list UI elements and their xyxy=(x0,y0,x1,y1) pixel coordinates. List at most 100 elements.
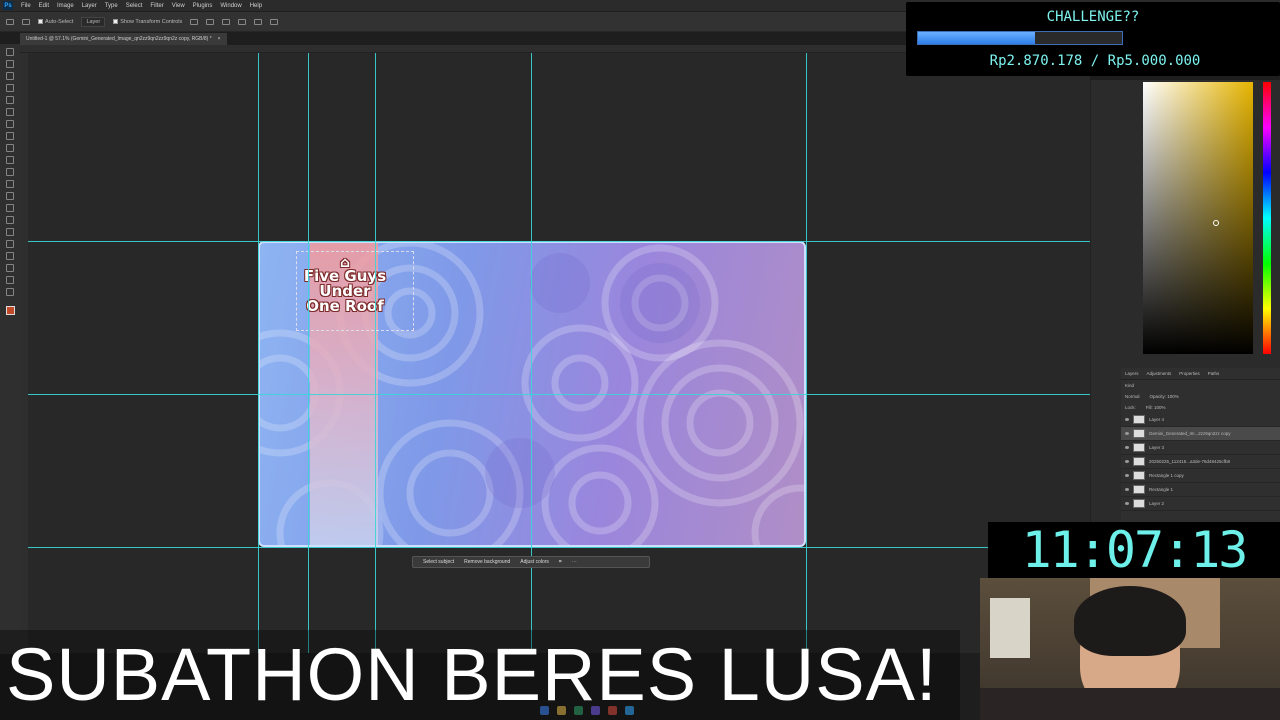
vertical-ruler[interactable] xyxy=(20,53,28,653)
layer-row[interactable]: Layer 2 xyxy=(1121,497,1280,511)
eye-icon[interactable] xyxy=(1125,502,1129,505)
distribute-icon[interactable] xyxy=(238,18,247,25)
eye-icon[interactable] xyxy=(1125,418,1129,421)
crop-icon[interactable]: ⌗ xyxy=(559,559,562,565)
remove-background-button[interactable]: Remove background xyxy=(464,559,510,565)
menu-filter[interactable]: Filter xyxy=(146,3,167,9)
start-icon[interactable] xyxy=(540,705,549,715)
layer-select-dropdown[interactable]: Layer xyxy=(81,16,106,27)
adjust-colors-button[interactable]: Adjust colors xyxy=(520,559,549,565)
blur-tool-icon[interactable] xyxy=(6,204,14,212)
auto-select-checkbox[interactable]: Auto-Select xyxy=(38,19,73,25)
guide-vertical[interactable] xyxy=(806,53,807,653)
more-icon[interactable]: ⋯ xyxy=(572,559,577,565)
discord-icon[interactable] xyxy=(591,705,600,715)
brush-tool-icon[interactable] xyxy=(6,144,14,152)
eyedropper-tool-icon[interactable] xyxy=(6,120,14,128)
eye-icon[interactable] xyxy=(1125,460,1129,463)
foreground-color-swatch[interactable] xyxy=(5,306,15,315)
quick-select-tool-icon[interactable] xyxy=(6,84,14,92)
pen-tool-icon[interactable] xyxy=(6,228,14,236)
layer-row[interactable]: 20250225_112415...a3de-76d48425cfb8 xyxy=(1121,455,1280,469)
tab-adjustments[interactable]: Adjustments xyxy=(1147,371,1172,376)
guide-vertical[interactable] xyxy=(258,53,259,653)
menu-edit[interactable]: Edit xyxy=(35,3,53,9)
select-subject-button[interactable]: Select subject xyxy=(423,559,454,565)
color-picker-cursor[interactable] xyxy=(1213,220,1219,226)
logo-line-3: One Roof xyxy=(306,297,384,315)
layer-row[interactable]: Layer 3 xyxy=(1121,441,1280,455)
move-tool-icon[interactable] xyxy=(22,18,30,25)
lasso-tool-icon[interactable] xyxy=(6,72,14,80)
menu-select[interactable]: Select xyxy=(122,3,147,9)
blend-row: Normal Opacity: 100% xyxy=(1121,391,1280,402)
menu-window[interactable]: Window xyxy=(216,3,245,9)
eye-icon[interactable] xyxy=(1125,446,1129,449)
layer-row[interactable]: Rectangle 1 xyxy=(1121,483,1280,497)
menu-plugins[interactable]: Plugins xyxy=(189,3,217,9)
move-tool-icon[interactable] xyxy=(6,48,14,56)
eye-icon[interactable] xyxy=(1125,474,1129,477)
show-transform-checkbox[interactable]: Show Transform Controls xyxy=(113,19,182,25)
color-picker-field[interactable] xyxy=(1143,82,1253,354)
hand-tool-icon[interactable] xyxy=(6,276,14,284)
align-right-icon[interactable] xyxy=(222,18,231,25)
tab-layers[interactable]: Layers xyxy=(1125,371,1139,376)
home-icon[interactable] xyxy=(6,18,14,25)
guide-vertical[interactable] xyxy=(308,53,309,653)
more-options-icon[interactable] xyxy=(254,18,263,25)
dodge-tool-icon[interactable] xyxy=(6,216,14,224)
layer-row[interactable]: Rectangle 1 copy xyxy=(1121,469,1280,483)
menu-image[interactable]: Image xyxy=(53,3,78,9)
folder-icon[interactable] xyxy=(557,705,566,715)
five-guys-logo[interactable]: ⌂ Five Guys Under One Roof xyxy=(300,256,390,315)
type-tool-icon[interactable] xyxy=(6,240,14,248)
healing-brush-tool-icon[interactable] xyxy=(6,132,14,140)
path-select-tool-icon[interactable] xyxy=(6,252,14,260)
opacity-field[interactable]: Opacity: 100% xyxy=(1150,394,1179,399)
layers-panel: Layers Adjustments Properties Paths Kind… xyxy=(1121,368,1280,528)
gradient-tool-icon[interactable] xyxy=(6,192,14,200)
history-brush-tool-icon[interactable] xyxy=(6,168,14,176)
menu-help[interactable]: Help xyxy=(246,3,266,9)
marquee-tool-icon[interactable] xyxy=(6,60,14,68)
shape-tool-icon[interactable] xyxy=(6,264,14,272)
tab-properties[interactable]: Properties xyxy=(1179,371,1200,376)
zoom-tool-icon[interactable] xyxy=(6,288,14,296)
guide-horizontal[interactable] xyxy=(28,394,1090,395)
kind-filter-dropdown[interactable]: Kind xyxy=(1125,383,1134,388)
checkbox-icon xyxy=(113,19,119,24)
menu-layer[interactable]: Layer xyxy=(78,3,101,9)
layer-name: Gemini_Generated_Im...2zz9qn2zz copy xyxy=(1149,431,1231,436)
document-tab[interactable]: Untitled-1 @ 57.1% (Gemini_Generated_Ima… xyxy=(20,33,227,45)
hue-slider[interactable] xyxy=(1263,82,1271,354)
guide-horizontal[interactable] xyxy=(28,241,1090,242)
menu-view[interactable]: View xyxy=(168,3,189,9)
align-left-icon[interactable] xyxy=(190,18,199,25)
layer-thumbnail xyxy=(1133,429,1145,438)
browser-icon[interactable] xyxy=(574,705,583,715)
eye-icon[interactable] xyxy=(1125,432,1129,435)
eye-icon[interactable] xyxy=(1125,488,1129,491)
photoshop-taskbar-icon[interactable] xyxy=(625,705,634,715)
layer-row[interactable]: Gemini_Generated_Im...2zz9qn2zz copy xyxy=(1121,427,1280,441)
media-icon[interactable] xyxy=(608,705,617,715)
layer-row[interactable]: Layer 4 xyxy=(1121,413,1280,427)
menu-type[interactable]: Type xyxy=(101,3,122,9)
frame-tool-icon[interactable] xyxy=(6,108,14,116)
guide-horizontal[interactable] xyxy=(28,547,1090,548)
crop-tool-icon[interactable] xyxy=(6,96,14,104)
guide-vertical[interactable] xyxy=(375,53,376,653)
tab-paths[interactable]: Paths xyxy=(1208,371,1220,376)
layer-thumbnail xyxy=(1133,457,1145,466)
menu-file[interactable]: File xyxy=(17,3,35,9)
close-icon[interactable]: × xyxy=(218,36,221,42)
layer-name: Layer 2 xyxy=(1149,501,1165,506)
fill-field[interactable]: Fill: 100% xyxy=(1146,405,1166,410)
layer-thumbnail xyxy=(1133,471,1145,480)
clone-stamp-tool-icon[interactable] xyxy=(6,156,14,164)
blend-mode-dropdown[interactable]: Normal xyxy=(1125,394,1140,399)
eraser-tool-icon[interactable] xyxy=(6,180,14,188)
align-center-icon[interactable] xyxy=(206,18,215,25)
gear-icon[interactable] xyxy=(270,18,279,25)
